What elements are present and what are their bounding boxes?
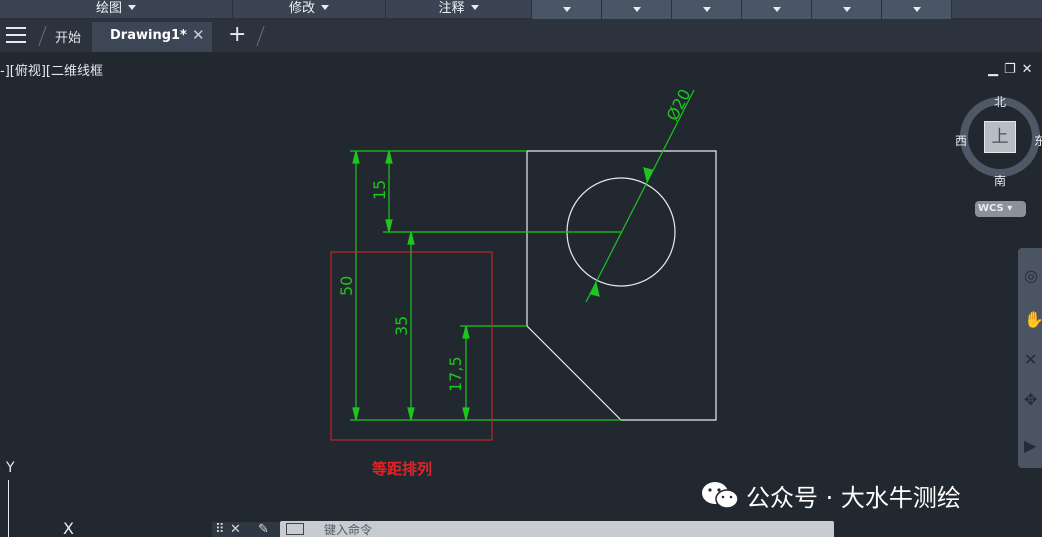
ucs-x-label: X <box>63 519 74 537</box>
command-input[interactable] <box>324 522 804 537</box>
steering-wheel-icon[interactable]: ◎ <box>1024 266 1038 285</box>
annotation-label: 等距排列 <box>372 460 433 478</box>
showmotion-icon[interactable]: ▶ <box>1024 436 1036 455</box>
customize-wrench-icon[interactable]: ✎ <box>258 522 269 537</box>
dim-35-label: 35 <box>392 316 411 336</box>
wcs-label: WCS <box>978 203 1004 214</box>
dim-diameter-label: Ø20 <box>663 86 695 124</box>
dim-17-5-label: 17,5 <box>446 356 465 392</box>
ucs-y-label: Y <box>6 460 15 476</box>
orbit-icon[interactable]: ✥ <box>1024 390 1037 409</box>
wcs-button[interactable]: WCS ▾ <box>975 201 1026 217</box>
cube-face-top[interactable]: 上 <box>984 121 1016 153</box>
command-line[interactable] <box>280 521 834 537</box>
pan-hand-icon[interactable]: ✋ <box>1024 310 1042 329</box>
watermark-text: 公众号 · 大水牛测绘 <box>746 484 961 512</box>
dim-50-label: 50 <box>337 276 356 296</box>
dim-15-label: 15 <box>370 180 389 200</box>
navigation-bar: ◎ ✋ ✕ ✥ ▶ <box>1018 248 1042 468</box>
compass-south[interactable]: 南 <box>994 172 1006 189</box>
drag-handle-icon[interactable]: ⠿ <box>215 522 225 537</box>
part-geometry <box>526 150 717 421</box>
drawing-canvas: Ø20 15 50 35 17,5 <box>330 86 717 441</box>
viewcube[interactable]: 上 北 南 西 东 <box>955 92 1042 189</box>
dimension-lines <box>350 89 695 421</box>
compass-west[interactable]: 西 <box>955 132 967 149</box>
compass-east[interactable]: 东 <box>1034 132 1042 149</box>
compass-north[interactable]: 北 <box>994 93 1006 110</box>
close-command-icon[interactable]: ✕ <box>230 522 241 537</box>
command-line-grip[interactable]: ⠿ ✕ ✎ <box>212 522 280 537</box>
wechat-icon <box>702 482 739 509</box>
command-history-icon[interactable] <box>286 523 304 535</box>
zoom-extents-icon[interactable]: ✕ <box>1024 350 1037 369</box>
ucs-axis-line <box>8 480 9 537</box>
